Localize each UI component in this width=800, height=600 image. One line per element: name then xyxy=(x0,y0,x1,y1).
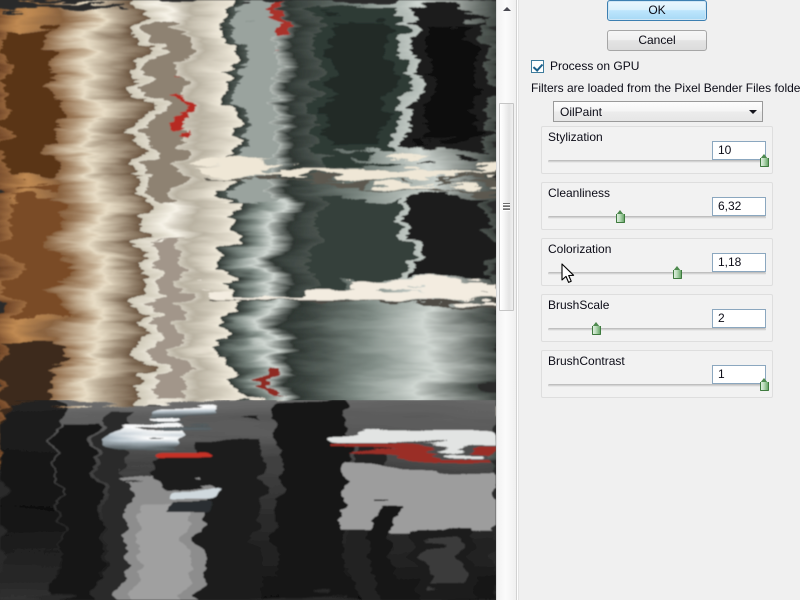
filter-preview-pane[interactable] xyxy=(0,0,496,600)
slider-track[interactable] xyxy=(548,216,766,219)
parameter-slider[interactable] xyxy=(548,266,766,280)
slider-thumb[interactable] xyxy=(615,210,626,224)
slider-track[interactable] xyxy=(548,160,766,163)
slider-track[interactable] xyxy=(548,328,766,331)
preview-vertical-scrollbar[interactable] xyxy=(496,0,517,600)
parameter-group: BrushContrast 1 xyxy=(541,350,773,398)
parameter-group: BrushScale 2 xyxy=(541,294,773,342)
pixel-bender-window: OK Cancel Process on GPU Filters are loa… xyxy=(0,0,800,600)
filters-folder-info-text: Filters are loaded from the Pixel Bender… xyxy=(531,81,800,95)
parameter-list: Stylization 10 Cleanliness 6,32 Colorization… xyxy=(541,126,773,406)
parameter-label: BrushContrast xyxy=(548,354,629,368)
chevron-down-icon[interactable] xyxy=(744,109,762,114)
slider-thumb[interactable] xyxy=(672,266,683,280)
parameter-label: Colorization xyxy=(548,242,616,256)
cancel-button[interactable]: Cancel xyxy=(607,30,707,51)
filter-select[interactable]: OilPaint xyxy=(553,101,763,122)
ok-button[interactable]: OK xyxy=(607,0,707,21)
parameter-group: Cleanliness 6,32 xyxy=(541,182,773,230)
parameter-label: BrushScale xyxy=(548,298,614,312)
process-on-gpu-label: Process on GPU xyxy=(550,59,640,73)
parameter-slider[interactable] xyxy=(548,154,769,167)
grip-lines-icon xyxy=(503,203,510,211)
slider-track[interactable] xyxy=(548,384,766,387)
slider-thumb[interactable] xyxy=(759,378,770,392)
scrollbar-thumb[interactable] xyxy=(499,103,514,311)
parameter-group: Stylization 10 xyxy=(541,126,773,174)
parameter-label: Cleanliness xyxy=(548,186,615,200)
slider-thumb[interactable] xyxy=(591,322,602,336)
filter-select-value: OilPaint xyxy=(560,104,603,119)
parameter-label: Stylization xyxy=(548,130,607,144)
parameter-slider[interactable] xyxy=(548,378,769,391)
parameter-slider[interactable] xyxy=(548,322,766,336)
triangle-up-icon[interactable] xyxy=(497,0,516,17)
slider-thumb[interactable] xyxy=(759,154,770,168)
parameter-slider[interactable] xyxy=(548,210,766,224)
checkmark-icon[interactable] xyxy=(531,59,544,73)
slider-track[interactable] xyxy=(548,272,766,275)
preview-image xyxy=(0,0,496,600)
filter-settings-panel: OK Cancel Process on GPU Filters are loa… xyxy=(518,0,800,600)
parameter-group: Colorization 1,18 xyxy=(541,238,773,286)
process-on-gpu-row[interactable]: Process on GPU xyxy=(531,59,639,73)
